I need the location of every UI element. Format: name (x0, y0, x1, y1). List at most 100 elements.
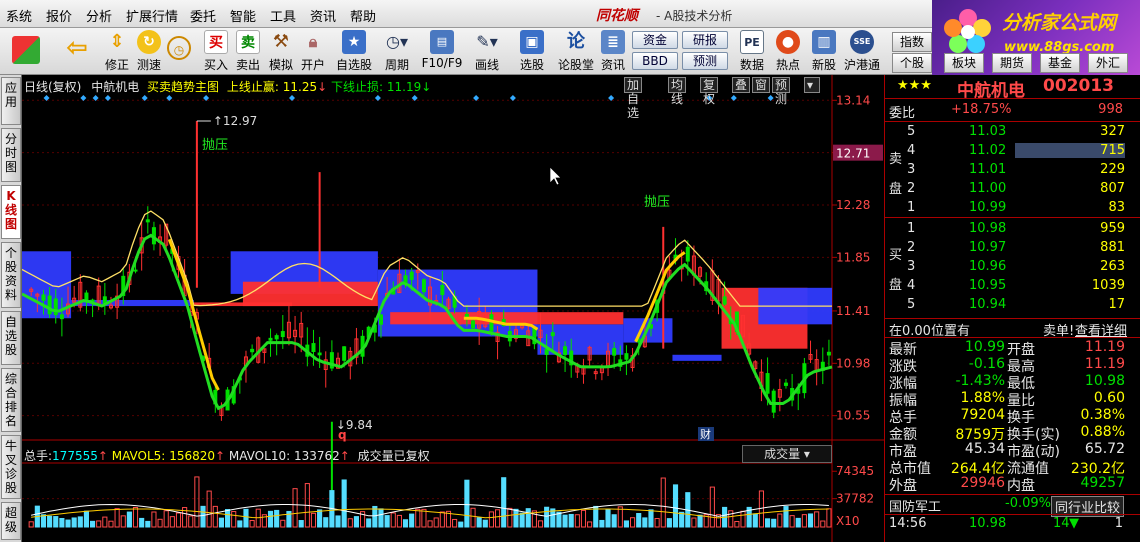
toolbar-hk-connect-button[interactable]: SSE 沪港通 (842, 30, 882, 73)
toolbar-label: 数据 (739, 58, 764, 72)
candle-body (317, 352, 322, 356)
toolbar-speed-button[interactable]: ↻ 测速 (134, 30, 164, 73)
bid-row[interactable]: 3 10.96 263 (885, 259, 1140, 276)
menu-tools[interactable]: 工具 (270, 6, 296, 25)
tab-sector[interactable]: 板块 (944, 53, 984, 73)
layout-button[interactable] (6, 30, 46, 73)
bbd-button[interactable]: BBD (632, 52, 678, 70)
toolbar-watchlist-button[interactable]: ★ 自选股 (334, 30, 374, 73)
toolbar-data-button[interactable]: PE 数据 (736, 30, 768, 73)
menu-system[interactable]: 系统 (6, 6, 32, 25)
left-tab-apps[interactable]: 应用 (1, 77, 21, 125)
sector-name[interactable]: 国防军工 (889, 496, 941, 515)
toolbar-sell-button[interactable]: 卖 卖出 (234, 30, 262, 73)
toolbar-hot-button[interactable]: ● 热点 (772, 30, 804, 73)
ask-row[interactable]: 1 10.99 83 (885, 200, 1140, 217)
toolbar-screener-button[interactable]: ▣ 选股 (512, 30, 552, 73)
menu-analysis[interactable]: 分析 (86, 6, 112, 25)
toolbar-f10-button[interactable]: ▤ F10/F9 (420, 30, 464, 73)
menu-extended[interactable]: 扩展行情 (126, 6, 178, 25)
predict-button[interactable]: 预测 (772, 77, 791, 106)
volume-indicator-dropdown[interactable]: 成交量 ▾ (742, 445, 832, 463)
tab-fund[interactable]: 基金 (1040, 53, 1080, 73)
volume-bar (611, 514, 617, 528)
research-button[interactable]: 研报 (682, 31, 728, 49)
tick-row: 14:56 10.98 14 ▼ 1 (885, 516, 1140, 533)
left-tab-ranking[interactable]: 综合排名 (1, 368, 21, 432)
candle-body (765, 373, 770, 394)
volume-bar (169, 516, 175, 528)
stat-value: -1.43% (955, 373, 1005, 389)
volume-bar (801, 514, 807, 528)
toolbar-news-button[interactable]: ≣ 资讯 (598, 30, 628, 73)
menu-trade[interactable]: 委托 (190, 6, 216, 25)
adjust-button[interactable]: 复权 (700, 77, 719, 106)
toolbar-sim-button[interactable]: ⚒ 模拟 (266, 30, 296, 73)
bid-row[interactable]: 5 10.94 17 (885, 297, 1140, 314)
mavol10-value: 133762 (293, 449, 340, 463)
tab-futures[interactable]: 期货 (992, 53, 1032, 73)
volume-bar (537, 520, 544, 528)
ask-row[interactable]: 2 11.00 807 (885, 181, 1140, 198)
volume-info-bar: 总手:177555↑ MAVOL5: 156820↑ MAVOL10: 1337… (24, 447, 430, 464)
overlay-button[interactable]: 叠 (732, 77, 751, 93)
forecast-button[interactable]: 预测 (682, 52, 728, 70)
tab-index[interactable]: 指数 (892, 32, 932, 52)
tab-stock[interactable]: 个股 (892, 53, 932, 73)
up-arrow-icon: ↑ (339, 449, 350, 463)
volume-bar (580, 509, 587, 528)
volume-bar (421, 508, 427, 528)
ask-row[interactable]: 5 11.03 327 (885, 124, 1140, 141)
menu-news[interactable]: 资讯 (310, 6, 336, 25)
candle-body (268, 337, 273, 341)
bid-row[interactable]: 2 10.97 881 (885, 240, 1140, 257)
toolbar-ipo-button[interactable]: ▥ 新股 (808, 30, 840, 73)
left-tab-label: 超级 (4, 506, 17, 534)
candle-body (59, 314, 64, 320)
signal-marker (730, 95, 737, 101)
back-button[interactable]: ⇦ (60, 30, 94, 73)
high-label: ↑12.97 (213, 114, 257, 128)
left-tab-super[interactable]: 超级 (1, 502, 21, 540)
bid-row[interactable]: 1 10.98 959 (885, 221, 1140, 238)
menu-help[interactable]: 帮助 (350, 6, 376, 25)
volume-bar (599, 519, 605, 528)
toolbar-account-button[interactable]: 🔒︎ 开户 (298, 30, 328, 73)
bid-row[interactable]: 4 10.95 1039 (885, 278, 1140, 295)
menu-quote[interactable]: 报价 (46, 6, 72, 25)
left-tab-profile[interactable]: 个股资料 (1, 242, 21, 308)
toolbar-clock-button[interactable]: ◷ (166, 30, 192, 73)
toolbar-buy-button[interactable]: 买 买入 (202, 30, 230, 73)
divider (885, 217, 1140, 218)
add-watchlist-button[interactable]: 加自选 (624, 77, 643, 120)
volume-bar (218, 517, 224, 528)
tab-forex[interactable]: 外汇 (1088, 53, 1128, 73)
left-tab-label: 综合排名 (4, 372, 17, 428)
chart-menu-dropdown[interactable]: ▾ (804, 77, 820, 93)
volume-bar (335, 515, 341, 528)
toolbar-period-button[interactable]: ◷▾ 周期 (378, 30, 416, 73)
toolbar-forum-button[interactable]: 论 论股堂 (556, 30, 596, 73)
kline-chart[interactable]: 13.1412.7112.2811.8511.4110.9810.5512.71… (22, 75, 884, 542)
left-tab-watchlist[interactable]: 自选股 (1, 311, 21, 365)
down-arrow-icon: ↓ (421, 80, 432, 94)
stat-value: 11.19 (1084, 339, 1125, 355)
volume-bar (175, 512, 182, 528)
left-tab-kline[interactable]: K线图 (1, 185, 21, 239)
toolbar-draw-button[interactable]: ✎▾ 画线 (468, 30, 506, 73)
pe-icon: PE (740, 30, 764, 54)
left-tab-diagnosis[interactable]: 牛叉诊股 (1, 435, 21, 499)
left-tab-intraday[interactable]: 分时图 (1, 128, 21, 182)
volume-bar (96, 520, 102, 528)
ma-button[interactable]: 均线 (668, 77, 687, 106)
volume-bar (47, 515, 53, 528)
ask-row[interactable]: 4 11.02 715 (885, 143, 1140, 160)
sse-hkex-icon: SSE (850, 30, 874, 54)
ask-row[interactable]: 3 11.01 229 (885, 162, 1140, 179)
window-button[interactable]: 窗 (752, 77, 771, 93)
menu-smart[interactable]: 智能 (230, 6, 256, 25)
candle-body (250, 348, 255, 353)
capital-button[interactable]: 资金 (632, 31, 678, 49)
volume-tick-label: 37782 (836, 492, 874, 506)
toolbar-fix-button[interactable]: ⇕ 修正 (102, 30, 132, 73)
